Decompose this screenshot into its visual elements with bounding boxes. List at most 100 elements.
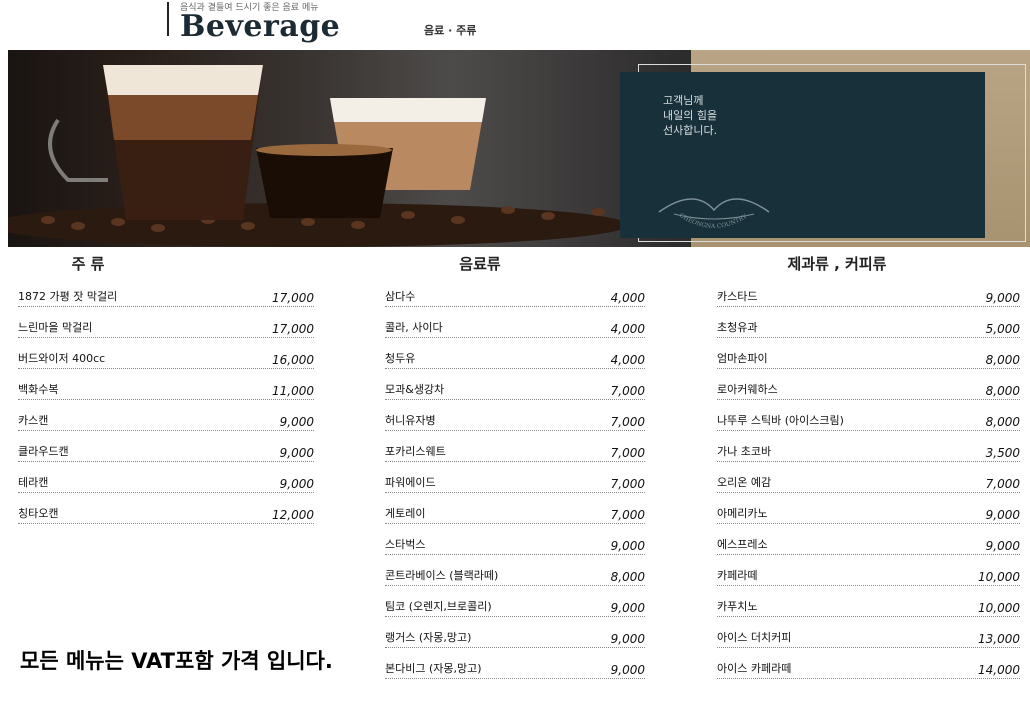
club-logo: CHEONGNA COUNTRY CLUB [651, 177, 774, 236]
menu-item-price: 8,000 [985, 415, 1020, 429]
menu-item-price: 4,000 [610, 291, 645, 305]
column-title: 음료류 [459, 255, 501, 273]
hero-message-line: 선사합니다. [663, 124, 718, 137]
menu-item-name: 카스캔 [18, 414, 49, 427]
menu-item-price: 9,000 [985, 508, 1020, 522]
hero-message-line: 내일의 힘을 [663, 109, 718, 122]
hero-message-line: 고객님께 [663, 94, 704, 107]
menu-item: 모과&생강차 7,000 [385, 379, 645, 400]
menu-item-price: 4,000 [610, 322, 645, 336]
menu-item-name: 모과&생강차 [385, 383, 445, 396]
menu-item-price: 17,000 [272, 291, 314, 305]
menu-item-price: 4,000 [610, 353, 645, 367]
menu-item-name: 팀코 (오렌지,브로콜리) [385, 600, 492, 613]
menu-item-name: 엄마손파이 [717, 352, 768, 365]
menu-item: 테라캔 9,000 [18, 472, 314, 493]
menu-item-price: 7,000 [610, 477, 645, 491]
menu-item-name: 청두유 [385, 352, 416, 365]
menu-item-price: 9,000 [985, 539, 1020, 553]
menu-item-price: 9,000 [985, 291, 1020, 305]
menu-item-price: 9,000 [279, 477, 314, 491]
menu-item: 허니유자병 7,000 [385, 410, 645, 431]
menu-item-price: 7,000 [985, 477, 1020, 491]
menu-item-name: 아이스 카페라떼 [717, 662, 792, 675]
menu-item-price: 13,000 [978, 632, 1020, 646]
menu-item-name: 카푸치노 [717, 600, 758, 613]
menu-item-name: 스타벅스 [385, 538, 426, 551]
menu-item: 스타벅스 9,000 [385, 534, 645, 555]
menu-item: 느린마을 막걸리 17,000 [18, 317, 314, 338]
menu-item: 파워에이드 7,000 [385, 472, 645, 493]
menu-item: 로아커웨하스 8,000 [717, 379, 1020, 400]
menu-item-price: 5,000 [985, 322, 1020, 336]
hero-banner: 고객님께 내일의 힘을 선사합니다. CHEONGNA COUNTRY CLUB [8, 50, 1030, 247]
menu-item-name: 콜라, 사이다 [385, 321, 443, 334]
menu-item-price: 9,000 [610, 601, 645, 615]
menu-item-price: 7,000 [610, 508, 645, 522]
menu-item-name: 가나 초코바 [717, 445, 772, 458]
menu-item-name: 에스프레소 [717, 538, 768, 551]
hero-message: 고객님께 내일의 힘을 선사합니다. [663, 93, 717, 138]
menu-item-price: 16,000 [272, 353, 314, 367]
menu-item: 아이스 더치커피 13,000 [717, 627, 1020, 648]
menu-item-price: 9,000 [610, 663, 645, 677]
column-title: 주 류 [71, 255, 105, 273]
menu-item-name: 버드와이저 400cc [18, 352, 106, 365]
menu-item-price: 10,000 [978, 570, 1020, 584]
menu-item-name: 초청유과 [717, 321, 758, 334]
menu-item: 카스캔 9,000 [18, 410, 314, 431]
menu-item: 아이스 카페라떼 14,000 [717, 658, 1020, 679]
menu-item-name: 허니유자병 [385, 414, 436, 427]
page-title: Beverage [180, 9, 341, 44]
menu-item: 콜라, 사이다 4,000 [385, 317, 645, 338]
menu-item-name: 나뚜루 스틱바 (아이스크림) [717, 414, 844, 427]
menu-item: 오리온 예감 7,000 [717, 472, 1020, 493]
menu-item: 아메리카노 9,000 [717, 503, 1020, 524]
menu-item-name: 랭거스 (자몽,망고) [385, 631, 472, 644]
menu-item-price: 8,000 [610, 570, 645, 584]
menu-item-name: 로아커웨하스 [717, 383, 778, 396]
menu-item: 카푸치노 10,000 [717, 596, 1020, 617]
menu-item-name: 아이스 더치커피 [717, 631, 792, 644]
menu-item-name: 백화수복 [18, 383, 59, 396]
menu-item-price: 14,000 [978, 663, 1020, 677]
menu-item: 게토레이 7,000 [385, 503, 645, 524]
menu-item-price: 8,000 [985, 384, 1020, 398]
header-divider [167, 2, 169, 36]
menu-item: 나뚜루 스틱바 (아이스크림) 8,000 [717, 410, 1020, 431]
menu-item-name: 포카리스웨트 [385, 445, 446, 458]
menu-item-price: 12,000 [272, 508, 314, 522]
menu-item: 삼다수 4,000 [385, 286, 645, 307]
column-title: 제과류 , 커피류 [787, 255, 887, 273]
menu-item: 포카리스웨트 7,000 [385, 441, 645, 462]
menu-item-price: 8,000 [985, 353, 1020, 367]
menu-item-name: 오리온 예감 [717, 476, 772, 489]
menu-item-price: 17,000 [272, 322, 314, 336]
menu-item: 카스타드 9,000 [717, 286, 1020, 307]
page-title-sub: 음료 · 주류 [424, 24, 477, 37]
menu-item-price: 7,000 [610, 446, 645, 460]
menu-item: 초청유과 5,000 [717, 317, 1020, 338]
menu-item-price: 9,000 [279, 446, 314, 460]
coffee-illustration [8, 65, 645, 247]
menu-item-name: 아메리카노 [717, 507, 768, 520]
vat-note: 모든 메뉴는 VAT포함 가격 입니다. [20, 649, 333, 673]
menu-item-name: 콘트라베이스 (블랙라떼) [385, 569, 499, 582]
menu-item-price: 11,000 [272, 384, 314, 398]
menu-item: 엄마손파이 8,000 [717, 348, 1020, 369]
coffee-photo [8, 50, 691, 247]
menu-item: 가나 초코바 3,500 [717, 441, 1020, 462]
menu-item: 칭타오캔 12,000 [18, 503, 314, 524]
club-logo-icon: CHEONGNA COUNTRY CLUB [651, 177, 770, 230]
menu-item-name: 테라캔 [18, 476, 49, 489]
menu-item: 본다비그 (자몽,망고) 9,000 [385, 658, 645, 679]
menu-item-name: 칭타오캔 [18, 507, 59, 520]
menu-item-price: 9,000 [610, 632, 645, 646]
menu-item-price: 9,000 [610, 539, 645, 553]
menu-item-name: 클라우드캔 [18, 445, 69, 458]
menu-item-price: 3,500 [985, 446, 1020, 460]
menu-item-name: 1872 가평 잣 막걸리 [18, 290, 118, 303]
menu-item: 클라우드캔 9,000 [18, 441, 314, 462]
menu-item: 카페라떼 10,000 [717, 565, 1020, 586]
menu-item-price: 9,000 [279, 415, 314, 429]
